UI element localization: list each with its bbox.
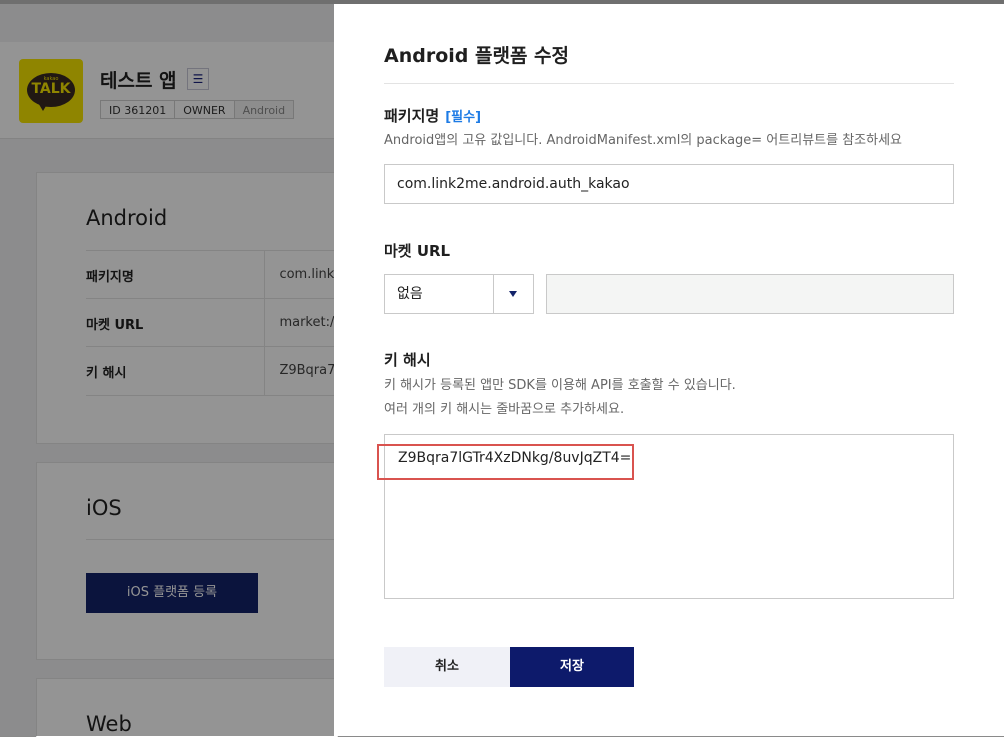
highlight-box xyxy=(377,444,634,480)
keyhash-label: 키 해시 xyxy=(384,351,431,369)
package-help: Android앱의 고유 값입니다. AndroidManifest.xml의 … xyxy=(384,133,903,148)
market-url-label: 마켓 URL xyxy=(384,242,451,260)
market-url-input[interactable] xyxy=(546,274,954,314)
market-select[interactable]: 없음 xyxy=(384,274,534,314)
cancel-button[interactable]: 취소 xyxy=(384,647,510,687)
save-button[interactable]: 저장 xyxy=(510,647,634,687)
package-label: 패키지명 [필수] xyxy=(384,105,481,126)
edit-android-platform-panel: Android 플랫폼 수정 패키지명 [필수] Android앱의 고유 값입니… xyxy=(334,4,1004,736)
keyhash-help-line1: 키 해시가 등록된 앱만 SDK를 이용해 API를 호출할 수 있습니다. xyxy=(384,378,736,393)
required-tag: [필수] xyxy=(445,110,482,125)
panel-title: Android 플랫폼 수정 xyxy=(384,45,569,67)
panel-divider xyxy=(384,83,954,84)
market-select-value: 없음 xyxy=(397,286,423,302)
chevron-down-icon[interactable] xyxy=(493,275,533,313)
package-label-text: 패키지명 xyxy=(384,107,440,125)
keyhash-help-line2: 여러 개의 키 해시는 줄바꿈으로 추가하세요. xyxy=(384,402,625,417)
package-input[interactable] xyxy=(384,164,954,204)
